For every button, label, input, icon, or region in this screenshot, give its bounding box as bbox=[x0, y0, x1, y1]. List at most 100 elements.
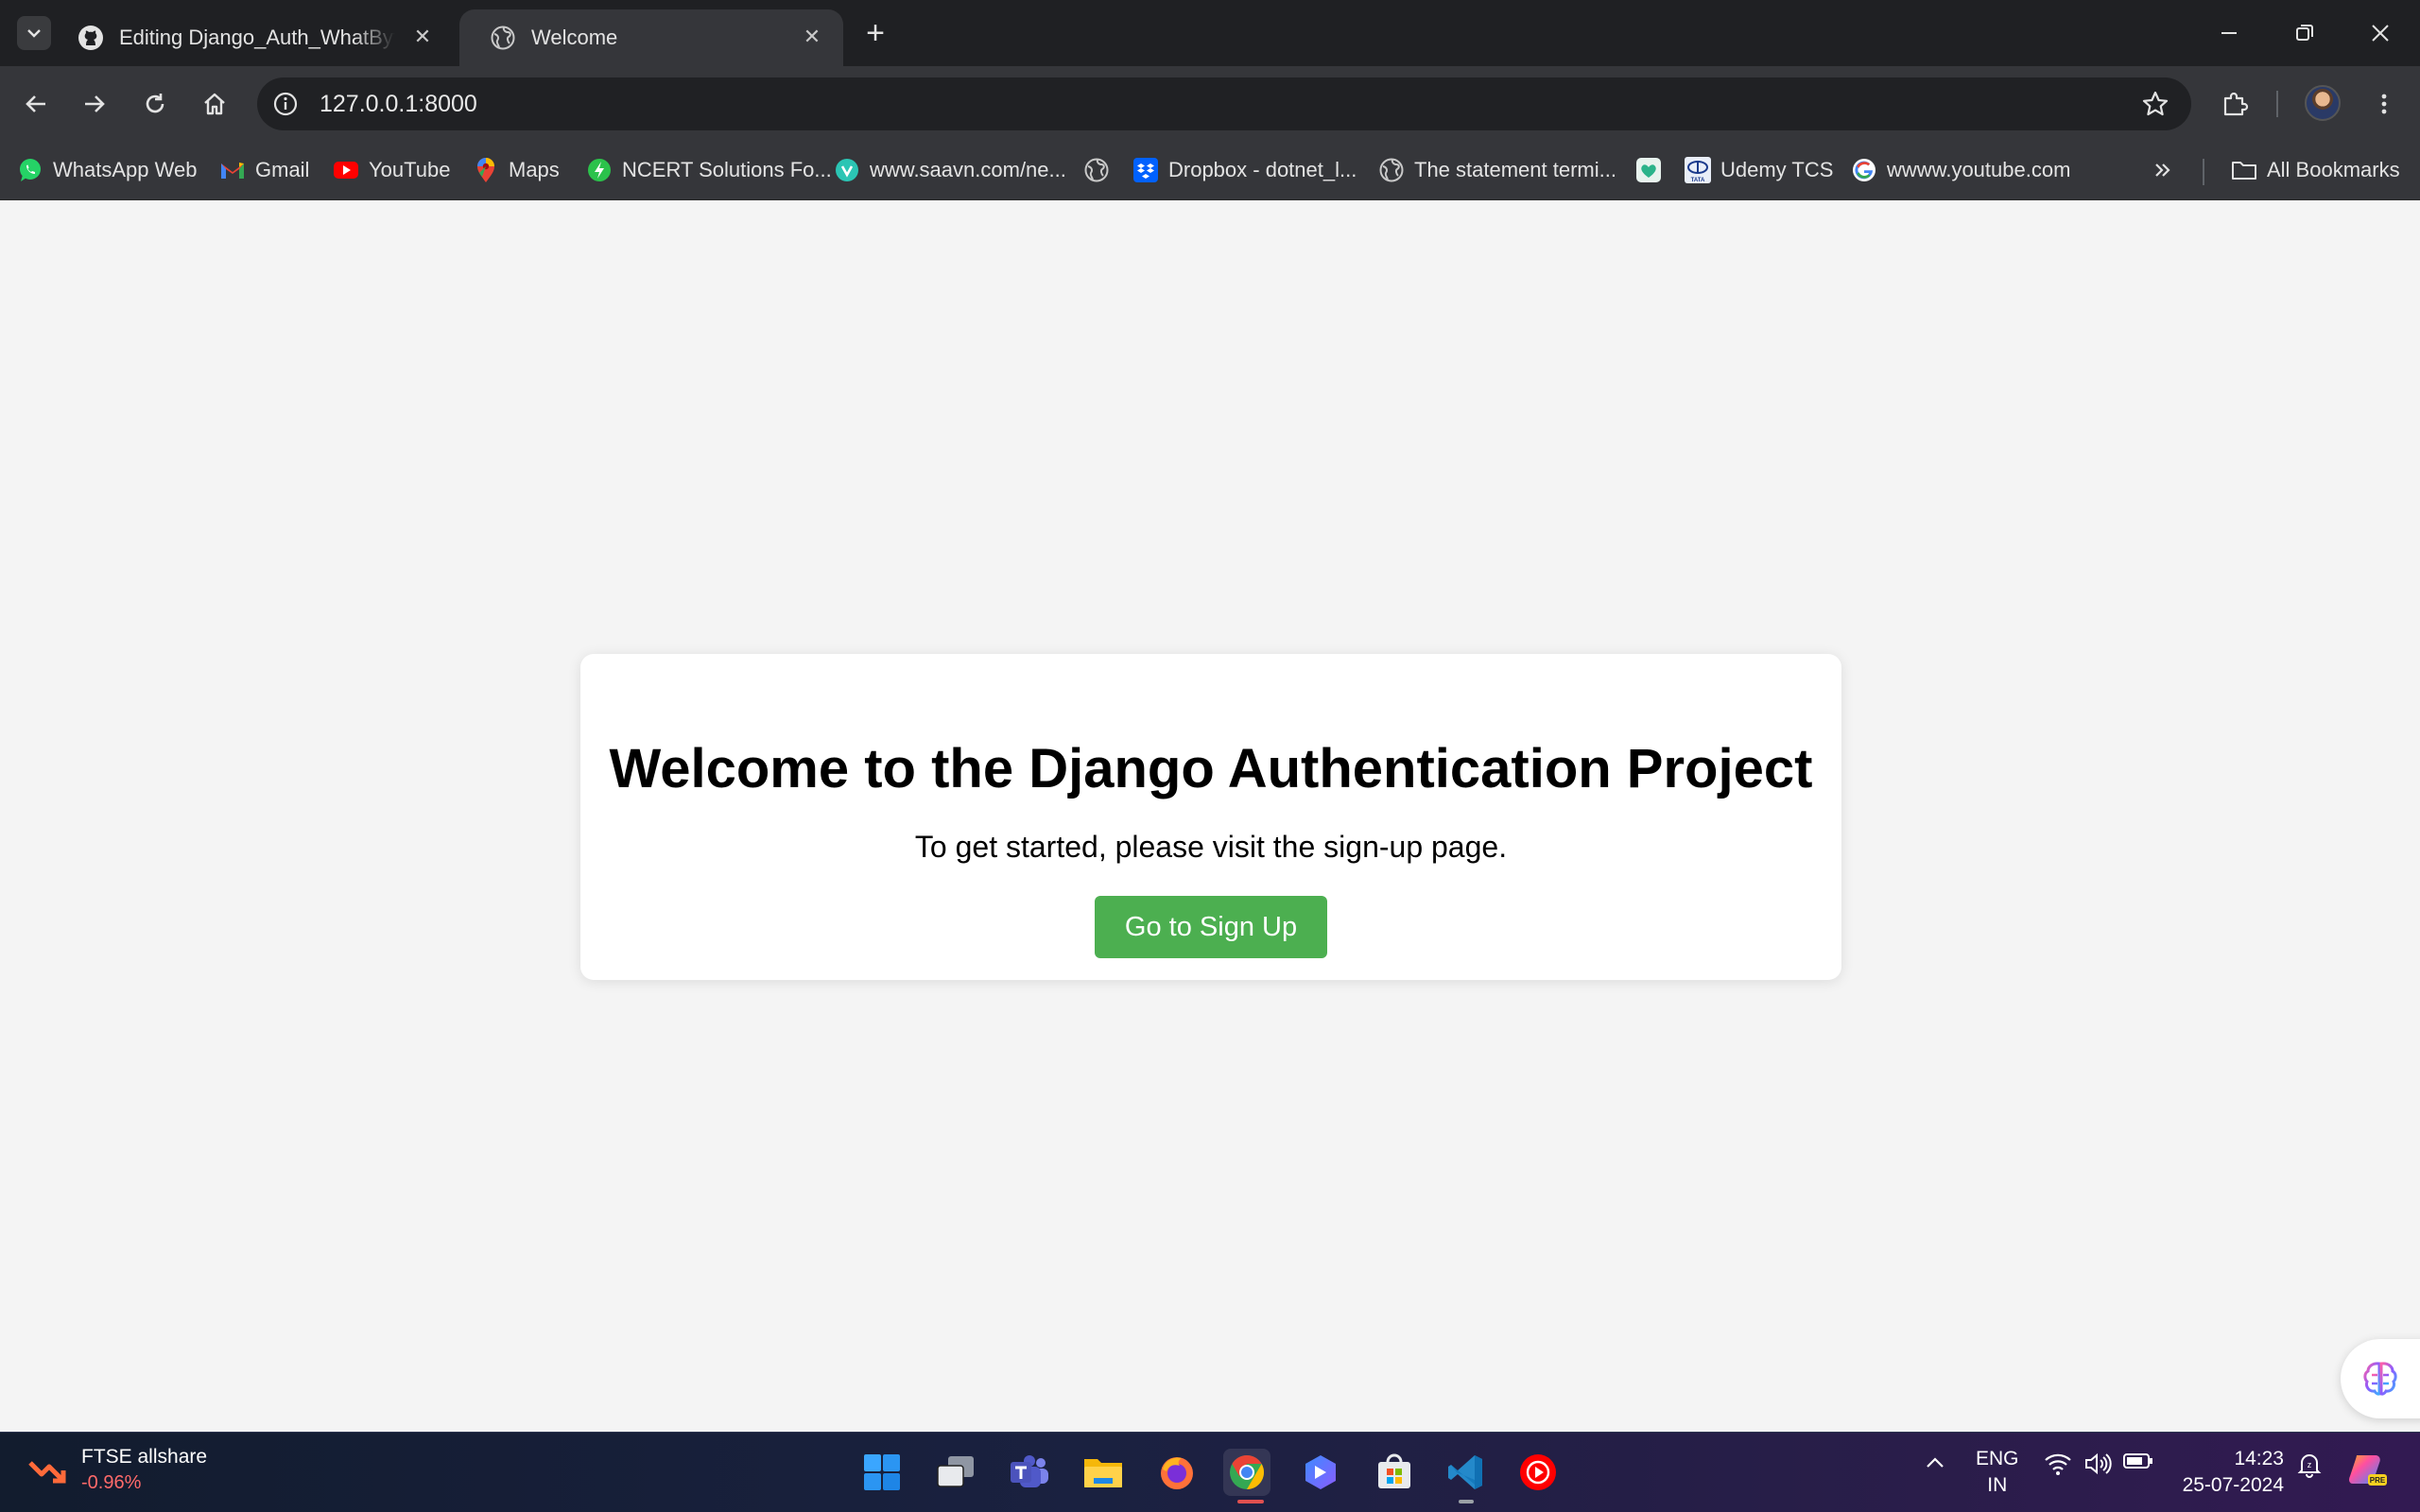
bookmark-label: www.saavn.com/ne... bbox=[870, 158, 1066, 181]
running-indicator bbox=[1459, 1500, 1474, 1503]
all-bookmarks-label: All Bookmarks bbox=[2267, 158, 2400, 181]
google-icon bbox=[1851, 157, 1877, 183]
globe-icon bbox=[1378, 157, 1405, 183]
github-icon bbox=[78, 25, 104, 51]
youtube-icon bbox=[333, 157, 359, 183]
page-subtext: To get started, please visit the sign-up… bbox=[914, 830, 1508, 864]
site-info-icon[interactable] bbox=[270, 89, 301, 119]
language-region: IN bbox=[1987, 1474, 2008, 1496]
brain-icon bbox=[2363, 1362, 2397, 1396]
profile-avatar[interactable] bbox=[2305, 85, 2341, 121]
svg-text:TATA: TATA bbox=[1691, 178, 1705, 183]
more-bookmarks-button[interactable] bbox=[2152, 153, 2174, 187]
restore-button[interactable] bbox=[2267, 0, 2342, 66]
close-icon[interactable]: ✕ bbox=[798, 23, 826, 51]
arrow-right-icon bbox=[85, 95, 105, 112]
start-button[interactable] bbox=[858, 1449, 906, 1496]
bookmark-statement[interactable]: The statement termi... bbox=[1378, 153, 1616, 187]
sign-up-button[interactable]: Go to Sign Up bbox=[1095, 896, 1327, 958]
bookmark-ncert[interactable]: NCERT Solutions Fo... bbox=[586, 153, 832, 187]
task-view-button[interactable] bbox=[932, 1449, 979, 1496]
svg-text:PRE: PRE bbox=[2370, 1476, 2386, 1485]
copilot-pre-icon: PRE bbox=[2349, 1455, 2387, 1486]
wifi-icon[interactable] bbox=[2042, 1452, 2074, 1476]
whatsapp-icon bbox=[17, 157, 43, 183]
vscode-button[interactable] bbox=[1443, 1449, 1490, 1503]
page-viewport: Welcome to the Django Authentication Pro… bbox=[0, 200, 2420, 1432]
gmail-icon bbox=[219, 157, 246, 183]
url-text[interactable]: 127.0.0.1:8000 bbox=[320, 91, 477, 118]
language-indicator[interactable]: ENG IN bbox=[1976, 1446, 2019, 1499]
tab-editing-django[interactable]: Editing Django_Auth_WhatBytes ✕ bbox=[47, 9, 454, 66]
bookmark-saavn[interactable]: www.saavn.com/ne... bbox=[834, 153, 1066, 187]
firefox-button[interactable] bbox=[1153, 1449, 1201, 1496]
teams-icon bbox=[1011, 1455, 1048, 1487]
puzzle-icon bbox=[2223, 92, 2249, 116]
bookmark-udemy-tcs[interactable]: TATA Udemy TCS bbox=[1685, 153, 1833, 187]
store-button[interactable] bbox=[1371, 1449, 1418, 1496]
globe-icon bbox=[490, 25, 516, 51]
chrome-button[interactable] bbox=[1223, 1449, 1270, 1503]
extensions-button[interactable] bbox=[2212, 81, 2257, 127]
bookmark-gmail[interactable]: Gmail bbox=[219, 153, 309, 187]
volume-icon[interactable] bbox=[2082, 1452, 2114, 1476]
home-icon bbox=[204, 93, 225, 115]
copilot-icon bbox=[1305, 1455, 1336, 1489]
bookmark-maps[interactable]: Maps bbox=[473, 153, 560, 187]
minimize-button[interactable] bbox=[2191, 0, 2267, 66]
store-icon bbox=[1378, 1453, 1410, 1488]
close-window-button[interactable] bbox=[2342, 0, 2418, 66]
notification-bell-icon[interactable]: z bbox=[2293, 1452, 2325, 1478]
bookmark-dropbox[interactable]: Dropbox - dotnet_l... bbox=[1132, 153, 1357, 187]
reload-button[interactable] bbox=[132, 81, 178, 127]
globe-icon bbox=[1083, 157, 1110, 183]
show-hidden-icons-button[interactable] bbox=[1919, 1452, 1951, 1474]
copilot-tray-button[interactable]: PRE bbox=[2344, 1452, 2392, 1489]
restore-icon bbox=[2296, 25, 2313, 41]
system-clock[interactable]: 14:23 25-07-2024 bbox=[2174, 1446, 2284, 1499]
bookmark-label: Gmail bbox=[255, 158, 310, 181]
bookmark-label: wwww.youtube.com bbox=[1887, 158, 2071, 181]
widget-value: -0.96% bbox=[81, 1472, 142, 1493]
youtube-music-button[interactable] bbox=[1514, 1449, 1562, 1496]
tab-welcome[interactable]: Welcome ✕ bbox=[459, 9, 843, 66]
copilot-button[interactable] bbox=[1297, 1449, 1344, 1496]
home-button[interactable] bbox=[192, 81, 237, 127]
bookmark-star-icon[interactable] bbox=[2140, 89, 2170, 119]
battery-icon[interactable] bbox=[2121, 1452, 2155, 1470]
extension-floating-button[interactable] bbox=[2341, 1339, 2420, 1418]
dropbox-icon bbox=[1132, 157, 1159, 183]
bookmark-whatsapp[interactable]: WhatsApp Web bbox=[17, 153, 197, 187]
bookmark-label: The statement termi... bbox=[1414, 158, 1616, 181]
page-heading: Welcome to the Django Authentication Pro… bbox=[609, 738, 1813, 799]
bookmark-label: WhatsApp Web bbox=[53, 158, 198, 181]
widget-name: FTSE allshare bbox=[81, 1446, 208, 1468]
bookmark-label: YouTube bbox=[369, 158, 451, 181]
back-button[interactable] bbox=[13, 81, 59, 127]
reload-icon bbox=[146, 94, 164, 113]
file-explorer-button[interactable] bbox=[1080, 1449, 1127, 1496]
saavn-icon bbox=[834, 157, 860, 183]
new-tab-button[interactable]: + bbox=[858, 15, 892, 51]
browser-toolbar: 127.0.0.1:8000 bbox=[0, 66, 2420, 142]
stock-down-icon bbox=[28, 1460, 66, 1483]
bookmark-heart-app[interactable] bbox=[1635, 153, 1671, 187]
market-widget[interactable]: FTSE allshare -0.96% bbox=[26, 1446, 207, 1494]
forward-button[interactable] bbox=[72, 81, 117, 127]
double-chevron-right-icon bbox=[2155, 163, 2170, 177]
firefox-icon bbox=[1161, 1457, 1193, 1489]
close-icon bbox=[2372, 25, 2389, 42]
menu-button[interactable] bbox=[2361, 81, 2407, 127]
close-icon[interactable]: ✕ bbox=[408, 23, 437, 51]
tab-search-button[interactable] bbox=[17, 16, 51, 50]
bookmark-youtube-google[interactable]: wwww.youtube.com bbox=[1851, 153, 2070, 187]
bookmark-youtube[interactable]: YouTube bbox=[333, 153, 450, 187]
arrow-left-icon bbox=[26, 95, 45, 112]
youtube-music-icon bbox=[1520, 1454, 1556, 1490]
bookmark-label: NCERT Solutions Fo... bbox=[622, 158, 832, 181]
folder-icon bbox=[2231, 157, 2257, 183]
bookmark-globe[interactable] bbox=[1083, 153, 1119, 187]
all-bookmarks-button[interactable]: All Bookmarks bbox=[2231, 153, 2400, 187]
teams-button[interactable] bbox=[1006, 1449, 1053, 1496]
address-bar[interactable]: 127.0.0.1:8000 bbox=[257, 77, 2191, 130]
